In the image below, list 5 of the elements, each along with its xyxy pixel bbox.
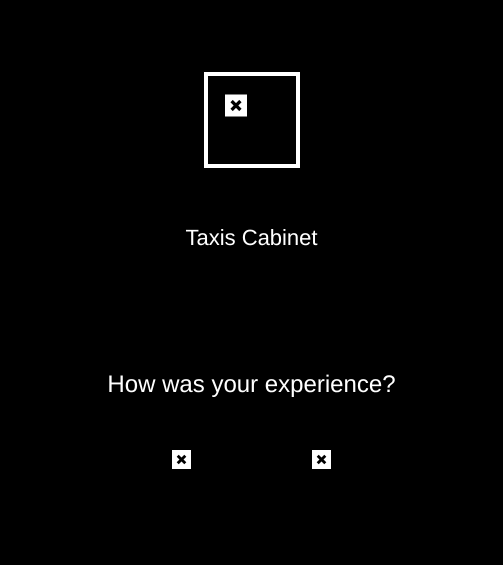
app-name: Taxis Cabinet (185, 224, 318, 252)
broken-image-icon[interactable] (172, 450, 191, 469)
question-text: How was your experience? (107, 370, 396, 400)
broken-image-icon[interactable] (312, 450, 331, 469)
broken-image-icon (224, 94, 246, 117)
